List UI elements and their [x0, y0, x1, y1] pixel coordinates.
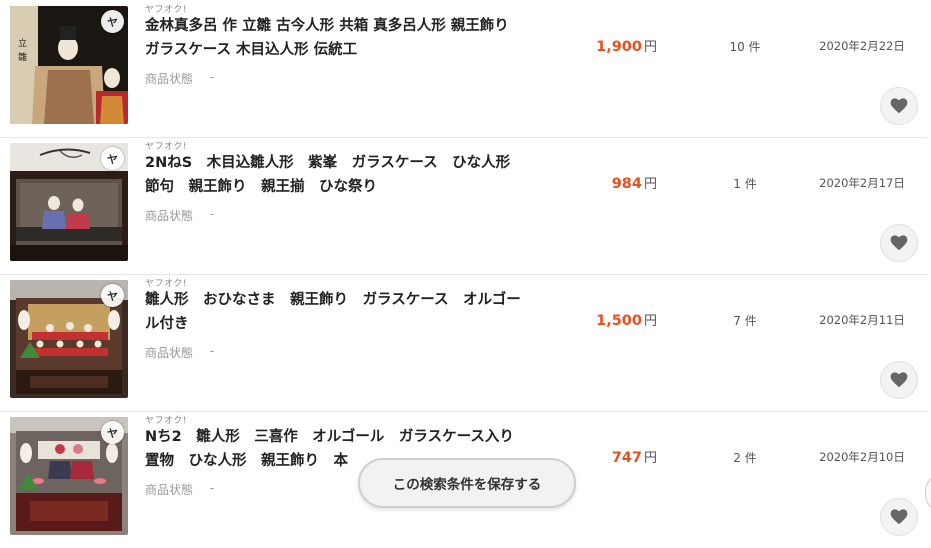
heart-icon: [890, 235, 908, 251]
listing-thumbnail[interactable]: ヤ: [10, 280, 128, 398]
price: 747 円: [612, 447, 657, 466]
price-amount: 1,500: [596, 313, 642, 329]
price: 1,900 円: [596, 36, 657, 55]
heart-icon: [890, 98, 908, 114]
listing-thumbnail[interactable]: ヤ: [10, 417, 128, 535]
price-currency: 円: [643, 40, 657, 55]
price-amount: 984: [611, 176, 642, 192]
bid-count: 7 件: [733, 314, 757, 328]
svg-text:立: 立: [18, 37, 27, 49]
condition-value: -: [210, 207, 215, 221]
end-date: 2020年2月10日: [819, 450, 905, 464]
yahuoku-badge-icon: ヤ: [101, 284, 124, 307]
listing-row[interactable]: ヤ ヤフオク! 2NねS 木目込雛人形 紫峯 ガラスケース ひな人形 節句 親王…: [0, 137, 927, 275]
condition-label: 商品状態: [145, 209, 194, 223]
listing-row[interactable]: ヤ ヤフオク! 雛人形 おひなさま 親王飾り ガラスケース オルゴー ル付き 商…: [0, 274, 927, 412]
save-search-button[interactable]: この検索条件を保存する: [358, 458, 576, 508]
favorite-button[interactable]: [880, 224, 918, 262]
favorite-button[interactable]: [880, 361, 918, 399]
favorite-button[interactable]: [880, 87, 918, 125]
condition-label: 商品状態: [145, 483, 194, 497]
heart-icon: [890, 509, 908, 525]
end-date: 2020年2月17日: [819, 176, 905, 190]
condition-value: -: [210, 481, 215, 495]
yahuoku-badge-icon: ヤ: [101, 147, 124, 170]
price-currency: 円: [643, 451, 657, 466]
listing-title[interactable]: 金林真多呂 作 立雛 古今人形 共箱 真多呂人形 親王飾り ガラスケース 木目込…: [145, 14, 545, 62]
listing-thumbnail[interactable]: ヤ: [10, 143, 128, 261]
end-date: 2020年2月22日: [819, 39, 905, 53]
bid-count: 10 件: [729, 40, 761, 54]
end-date: 2020年2月11日: [819, 313, 905, 327]
price: 984 円: [612, 173, 657, 192]
yahuoku-badge-icon: ヤ: [101, 10, 124, 33]
listing-title[interactable]: 2NねS 木目込雛人形 紫峯 ガラスケース ひな人形 節句 親王飾り 親王揃 ひ…: [145, 151, 545, 199]
favorite-button[interactable]: [880, 498, 918, 536]
listing-row[interactable]: 立 雛 ヤ ヤフオク! 金林真多呂 作 立雛 古今人形 共箱 真多呂人形 親王飾…: [0, 0, 927, 138]
price-currency: 円: [643, 177, 657, 192]
price-currency: 円: [643, 314, 657, 329]
yahuoku-badge-icon: ヤ: [101, 421, 124, 444]
price-amount: 747: [611, 450, 642, 466]
bid-count: 1 件: [733, 177, 757, 191]
svg-text:雛: 雛: [18, 51, 27, 63]
price: 1,500 円: [596, 310, 657, 329]
listing-thumbnail[interactable]: 立 雛 ヤ: [10, 6, 128, 124]
bid-count: 2 件: [733, 451, 757, 465]
listing-title[interactable]: 雛人形 おひなさま 親王飾り ガラスケース オルゴー ル付き: [145, 288, 545, 336]
condition-value: -: [210, 344, 215, 358]
condition-label: 商品状態: [145, 346, 194, 360]
condition-value: -: [210, 70, 215, 84]
condition-label: 商品状態: [145, 72, 194, 86]
heart-icon: [890, 372, 908, 388]
price-amount: 1,900: [596, 39, 642, 55]
